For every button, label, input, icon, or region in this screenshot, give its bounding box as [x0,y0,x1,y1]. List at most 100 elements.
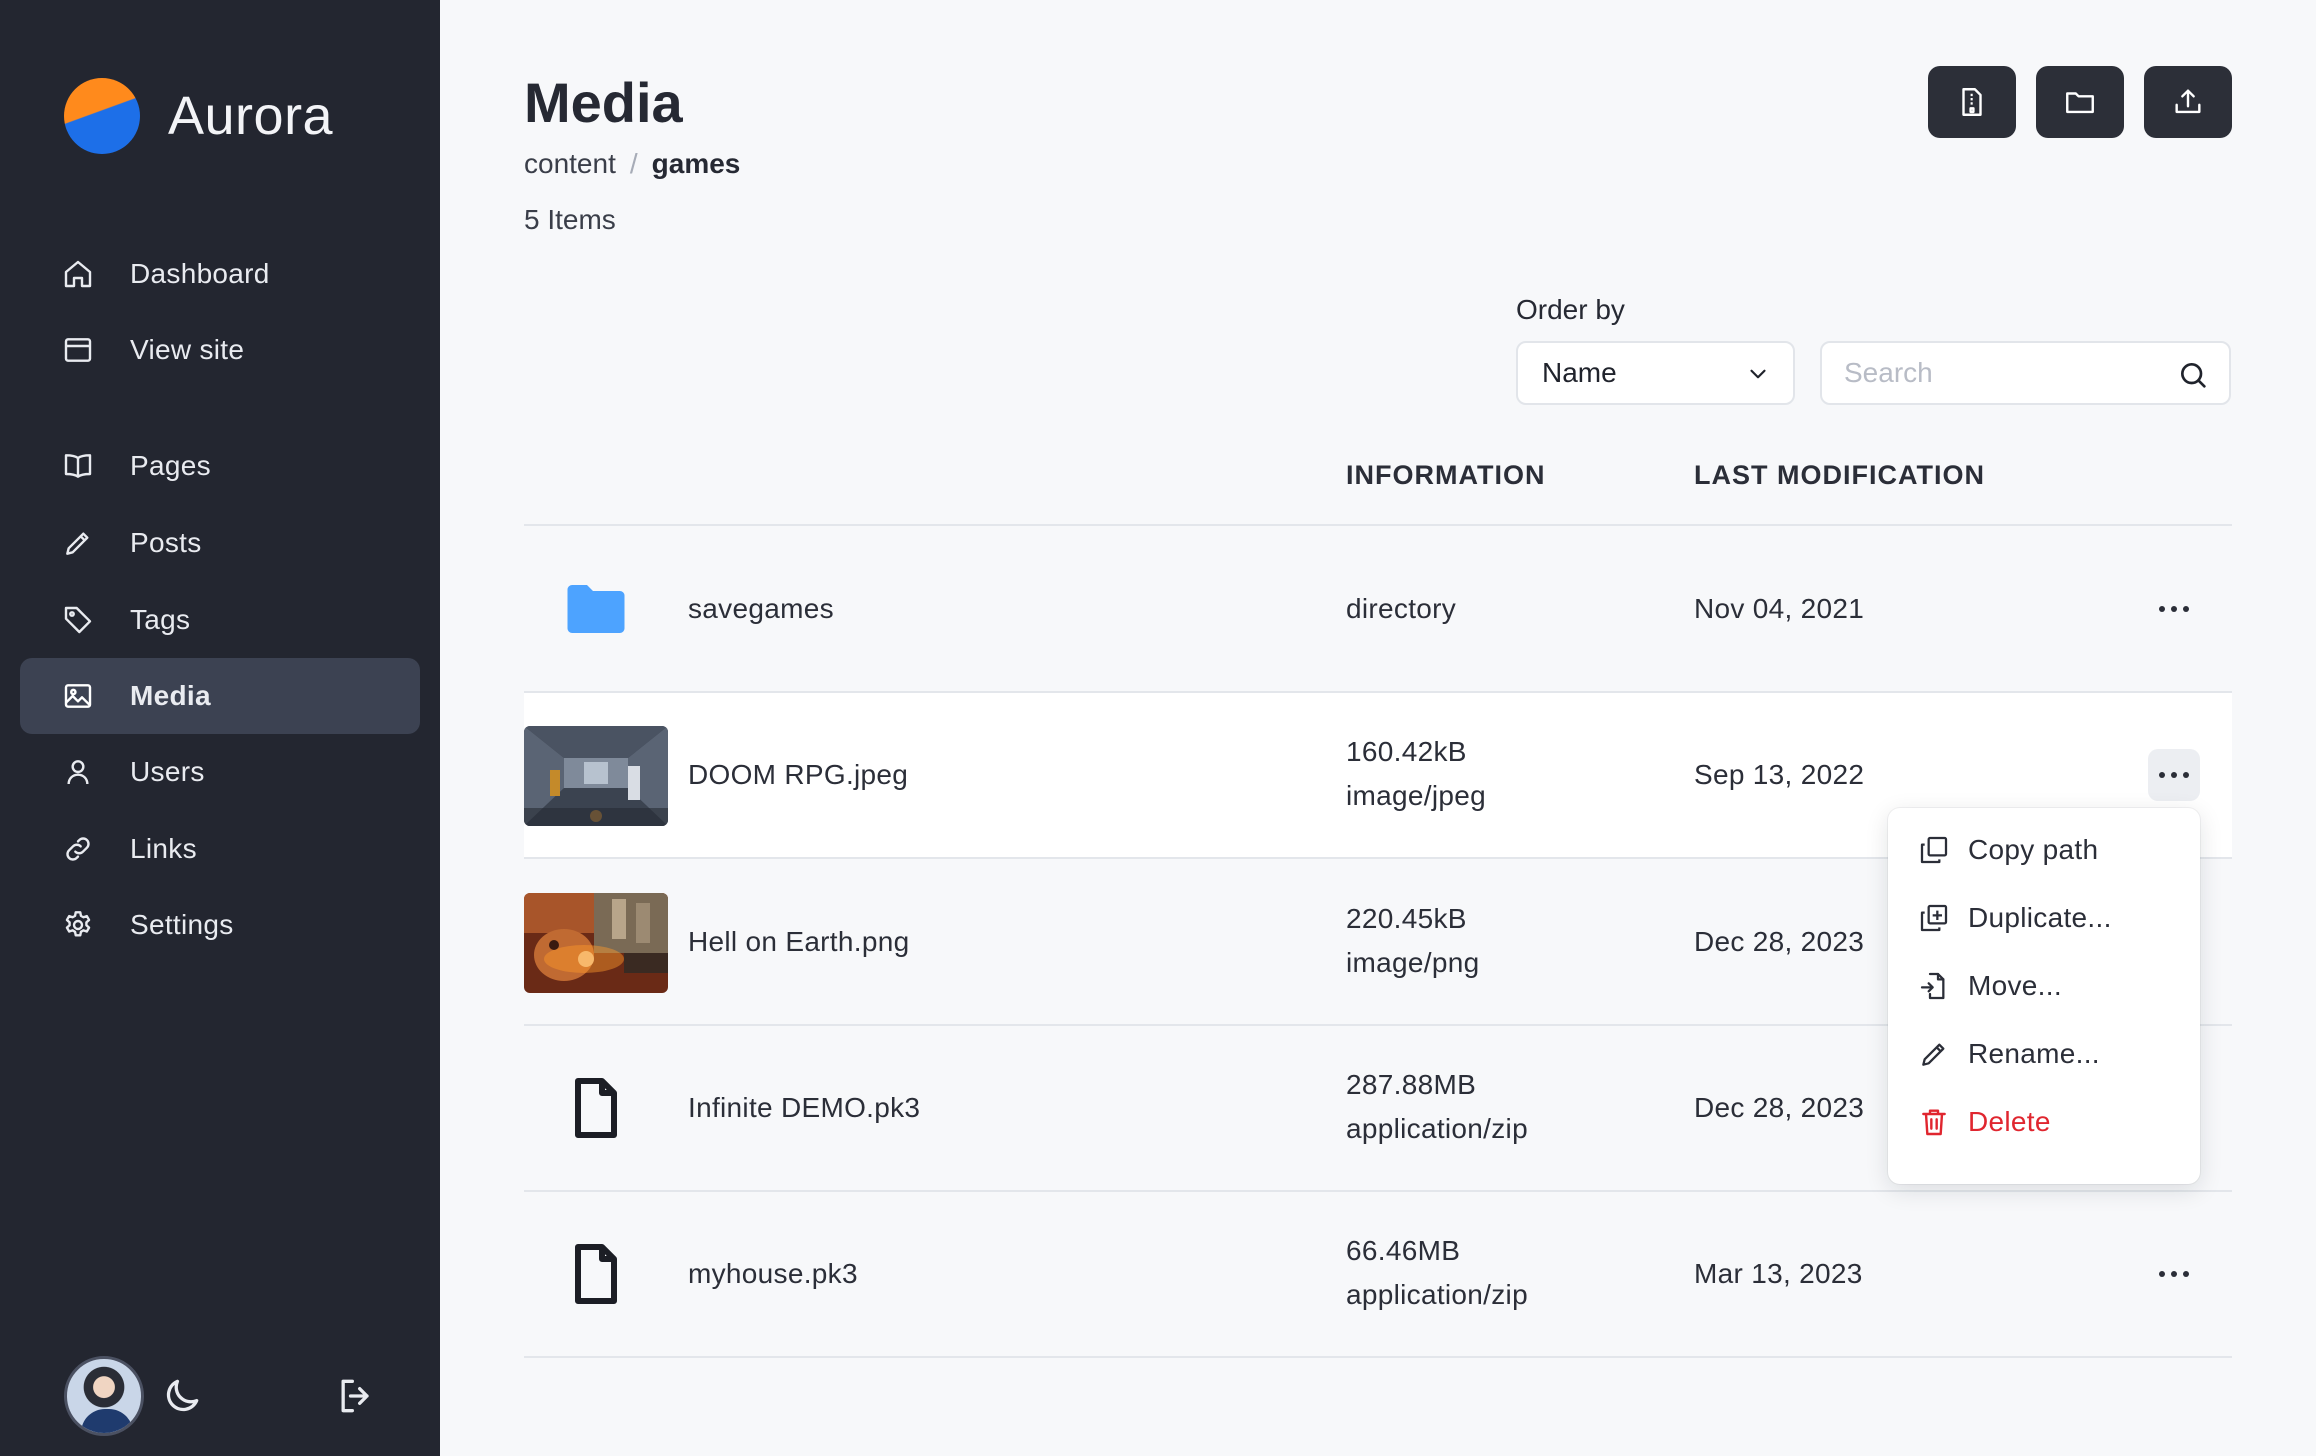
search-icon[interactable] [2177,359,2209,391]
sidebar: Aurora Dashboard View site Pages Posts T… [0,0,440,1456]
upload-button[interactable] [2144,66,2232,138]
file-name[interactable]: myhouse.pk3 [688,1258,858,1290]
file-modified-date: Sep 13, 2022 [1694,759,1865,790]
book-open-icon [64,454,92,478]
doom-rpg-thumbnail [524,726,668,826]
row-actions-button[interactable] [2148,1248,2200,1300]
order-by-select[interactable]: Name [1516,341,1795,405]
sidebar-item-settings[interactable]: Settings [20,887,420,963]
sidebar-item-label: Tags [130,604,191,635]
dot [2171,1271,2177,1277]
column-header-last-modification[interactable]: LAST MODIFICATION [1694,460,1985,491]
image-thumbnail[interactable] [524,893,668,993]
dot [2159,772,2165,778]
sidebar-item-label: Pages [130,450,211,481]
order-by-value: Name [1542,357,1617,388]
row-actions-button[interactable] [2148,583,2200,635]
upload-icon [2175,89,2201,114]
file-name[interactable]: Infinite DEMO.pk3 [688,1092,920,1124]
file-name[interactable]: savegames [688,593,834,625]
move-file-icon [1920,972,1945,1000]
sidebar-item-users[interactable]: Users [20,734,420,810]
trash-icon [1922,1109,1946,1136]
file-mime-type: application/zip [1346,1113,1528,1144]
dot [2159,1271,2165,1277]
hell-on-earth-thumbnail [524,893,668,993]
sidebar-item-label: Settings [130,909,234,940]
file-size: 287.88MB [1346,1069,1477,1100]
dot [2183,606,2189,612]
gear-icon [65,911,91,937]
new-file-button[interactable] [1928,66,2016,138]
home-icon [64,260,92,288]
file-size: 220.45kB [1346,903,1467,934]
menu-item-duplicate[interactable]: Duplicate... [1888,886,2200,950]
browser-window-icon [64,338,92,362]
search-input[interactable] [1844,353,2164,393]
sidebar-item-posts[interactable]: Posts [20,505,420,581]
user-icon [67,760,89,785]
file-icon [575,1244,617,1304]
menu-item-delete[interactable]: Delete [1888,1090,2200,1154]
sidebar-item-media[interactable]: Media [20,658,420,734]
toolbar [1928,66,2232,138]
menu-item-label: Delete [1968,1106,2051,1137]
brand[interactable]: Aurora [64,78,333,154]
image-thumbnail[interactable] [524,726,668,826]
file-mime-type: application/zip [1346,1279,1528,1310]
file-icon [575,1078,617,1138]
pencil-icon [66,532,89,555]
sidebar-item-label: Links [130,833,197,864]
menu-item-label: Move... [1968,970,2062,1001]
context-menu: Copy path Duplicate... Move... Rename...… [1888,808,2200,1184]
menu-item-rename[interactable]: Rename... [1888,1022,2200,1086]
sidebar-item-view-site[interactable]: View site [20,312,420,388]
file-modified-date: Dec 28, 2023 [1694,1092,1865,1123]
breadcrumb: content / games [524,148,740,180]
sidebar-item-tags[interactable]: Tags [20,582,420,658]
sidebar-item-label: Dashboard [130,258,270,289]
order-by-label: Order by [1516,294,1625,325]
menu-item-move[interactable]: Move... [1888,954,2200,1018]
column-header-information[interactable]: INFORMATION [1346,460,1545,491]
dot [2183,772,2189,778]
breadcrumb-current: games [651,148,741,179]
table-row[interactable]: myhouse.pk3 66.46MB application/zip Mar … [524,1192,2232,1358]
folder-icon [2066,92,2094,114]
breadcrumb-separator: / [629,148,638,179]
avatar[interactable] [64,1356,144,1436]
sidebar-item-links[interactable]: Links [20,811,420,887]
brand-logo [64,78,140,154]
file-mime-type: image/jpeg [1346,780,1486,811]
chevron-down-icon [1750,369,1766,379]
table-row[interactable]: savegames directory Nov 04, 2021 [524,527,2232,693]
file-name[interactable]: DOOM RPG.jpeg [688,759,908,791]
search-box [1820,341,2231,405]
row-actions-button[interactable] [2148,749,2200,801]
file-info: directory [1346,593,1457,624]
dot [2159,606,2165,612]
file-name[interactable]: Hell on Earth.png [688,926,909,958]
link-icon [66,837,90,861]
dot [2183,1271,2189,1277]
sidebar-item-label: Posts [130,527,202,558]
image-icon [64,684,92,708]
menu-item-copy-path[interactable]: Copy path [1888,818,2200,882]
sidebar-item-pages[interactable]: Pages [20,428,420,504]
file-modified-date: Nov 04, 2021 [1694,593,1865,624]
file-modified-date: Dec 28, 2023 [1694,926,1865,957]
copy-icon [1920,836,1948,864]
dot [2171,606,2177,612]
logout-icon[interactable] [334,1374,378,1418]
item-count: 5 Items [524,204,616,235]
brand-name: Aurora [168,86,334,146]
menu-item-label: Rename... [1968,1038,2100,1069]
sidebar-item-label: Users [130,756,205,787]
sidebar-item-dashboard[interactable]: Dashboard [20,236,420,312]
new-folder-button[interactable] [2036,66,2124,138]
sidebar-item-label: View site [130,334,245,365]
page-title: Media [524,71,683,134]
breadcrumb-item[interactable]: content [524,148,616,180]
menu-item-label: Copy path [1968,834,2099,865]
moon-icon[interactable] [160,1374,204,1418]
